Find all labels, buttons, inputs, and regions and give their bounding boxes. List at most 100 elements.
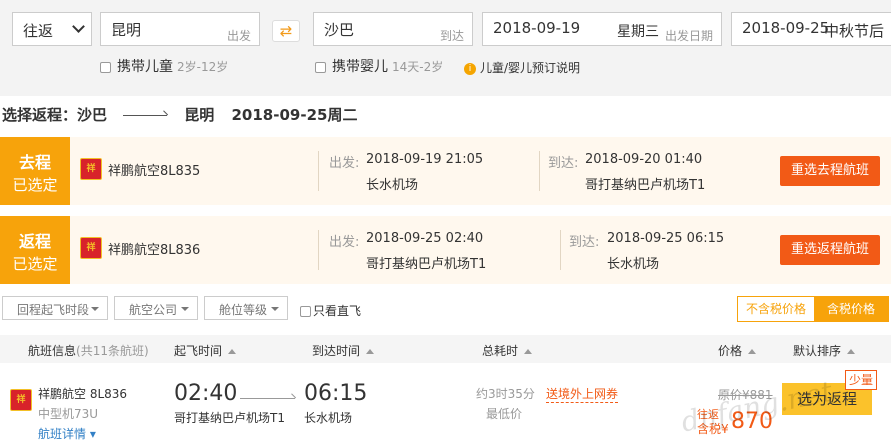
selected-return-leg: 返程 已选定 祥 祥鹏航空8L836 出发: 2018-09-25 02:40 … [0,216,891,284]
depart-weekday: 星期三 [617,24,659,40]
child-infant-info-link[interactable]: i 儿童/婴儿预订说明 [464,59,580,76]
arr-airport: 哥打基纳巴卢机场T1 [585,178,706,193]
child-checkbox[interactable] [100,61,111,73]
arr-label: 到达: [569,235,600,250]
promo-link[interactable]: 送境外上网券 [546,385,619,403]
col-arr-time-label: 到达时间 [312,344,361,358]
return-date-value: 2018-09-25 [742,19,830,37]
tax-included-tab[interactable]: 含税价格 [814,297,888,321]
from-city-tag: 出发 [226,29,251,43]
flight-detail-link[interactable]: 航班详情 ▾ [38,425,96,442]
depart-date-tag: 出发日期 [664,29,713,43]
tax-excluded-tab[interactable]: 不含税价格 [738,297,814,321]
col-arr-time[interactable]: 到达时间 [312,342,375,359]
row-dep-time: 02:40 [174,381,238,406]
row-arr-time: 06:15 [304,381,368,406]
return-date-input[interactable]: 2018-09-25 中秋节后 [731,12,891,46]
row-airline: 祥鹏航空 8L836 [38,387,128,401]
info-icon: i [464,62,476,75]
carry-infant-option[interactable]: 携带婴儿 14天-2岁 [315,56,443,76]
col-sort-label: 默认排序 [793,344,842,358]
trip-type-value: 往返 [23,22,54,40]
caret-down-icon [271,307,279,311]
return-weekday: 中秋节后 [824,22,885,40]
to-city-value: 沙巴 [324,21,355,39]
row-dep-airport: 哥打基纳巴卢机场T1 [174,411,285,425]
caret-down-icon [91,307,99,311]
leg-badge-title: 去程 [18,153,51,172]
reselect-return-button[interactable]: 重选返程航班 [780,235,880,265]
arr-label: 到达: [548,156,579,171]
col-flight-info-label: 航班信息 [28,344,77,358]
col-price[interactable]: 价格 [718,342,757,359]
direct-only-option[interactable]: 只看直飞 [300,302,361,319]
reselect-outbound-button[interactable]: 重选去程航班 [780,156,880,186]
filter-label: 航空公司 [129,303,178,317]
child-age: 2岁-12岁 [177,60,229,74]
row-arr-airport: 长水机场 [304,411,353,425]
filter-bar: 回程起飞时段 航空公司 舱位等级 只看直飞 不含税价格 含税价格 [0,294,891,328]
col-dep-time-label: 起飞时间 [174,344,223,358]
infant-label: 携带婴儿 [332,59,388,75]
direct-only-label: 只看直飞 [313,304,362,318]
filter-return-time[interactable]: 回程起飞时段 [2,296,108,320]
filter-airline[interactable]: 航空公司 [114,296,198,320]
col-duration-label: 总耗时 [482,344,519,358]
dep-airport: 哥打基纳巴卢机场T1 [366,257,487,272]
carry-child-option[interactable]: 携带儿童 2岁-12岁 [100,56,228,76]
info-label: 儿童/婴儿预订说明 [480,61,581,75]
depart-date-input[interactable]: 2018-09-19 星期三 出发日期 [482,12,722,46]
dep-label: 出发: [329,235,360,250]
dep-time: 2018-09-19 21:05 [366,152,484,167]
airline-logo-icon: 祥 [80,158,102,180]
chevron-down-icon [72,20,85,33]
filter-cabin-class[interactable]: 舱位等级 [204,296,288,320]
dep-airport: 长水机场 [366,178,419,193]
sort-arrow-icon [847,349,856,354]
arr-airport: 长水机场 [607,257,660,272]
infant-age: 14天-2岁 [392,60,444,74]
col-price-label: 价格 [718,344,743,358]
row-lowest: 最低价 [486,407,523,421]
page-title: 选择返程：沙巴 昆明 2018-09-25周二 [2,104,357,125]
flight-count: (共11条航班) [76,344,149,358]
leg-badge-sub: 已选定 [12,255,58,273]
divider [560,230,561,270]
swap-cities-icon[interactable]: ⇄ [272,20,300,42]
leg-airline: 祥鹏航空8L835 [108,164,201,179]
flight-detail-label: 航班详情 [38,427,87,441]
row-duration: 约3时35分 [476,387,535,401]
leg-badge-sub: 已选定 [12,176,58,194]
caret-down-icon [181,307,189,311]
arr-time: 2018-09-25 06:15 [607,231,725,246]
selected-outbound-leg: 去程 已选定 祥 祥鹏航空8L835 出发: 2018-09-19 21:05 … [0,137,891,205]
col-sort[interactable]: 默认排序 [793,342,856,359]
arrow-right-icon [123,115,168,116]
col-dep-time[interactable]: 起飞时间 [174,342,237,359]
to-city-tag: 到达 [439,29,464,43]
table-header: 航班信息(共11条航班) 起飞时间 到达时间 总耗时 价格 默认排序 [0,335,891,363]
from-city-input[interactable]: 昆明 出发 [100,12,260,46]
sort-arrow-icon [748,349,757,354]
dep-time: 2018-09-25 02:40 [366,231,484,246]
filter-label: 回程起飞时段 [17,303,90,317]
row-plane: 中型机73U [38,407,99,421]
trip-type-select[interactable]: 往返 [12,12,92,46]
col-duration[interactable]: 总耗时 [482,342,533,359]
sort-arrow-icon [366,349,375,354]
arr-time: 2018-09-20 01:40 [585,152,703,167]
infant-checkbox[interactable] [315,61,326,73]
leg-badge: 返程 已选定 [0,216,70,284]
to-city-input[interactable]: 沙巴 到达 [313,12,473,46]
heading-dest: 昆明 [184,106,215,124]
dep-label: 出发: [329,156,360,171]
leg-badge-title: 返程 [18,232,51,251]
chevron-down-icon: ▾ [89,427,96,441]
child-label: 携带儿童 [117,59,173,75]
heading-prefix: 选择返程：沙巴 [2,106,108,124]
direct-only-checkbox[interactable] [300,306,311,317]
airline-logo-icon: 祥 [80,237,102,259]
divider [318,151,319,191]
arrow-right-icon [240,398,295,399]
leg-airline: 祥鹏航空8L836 [108,243,201,258]
